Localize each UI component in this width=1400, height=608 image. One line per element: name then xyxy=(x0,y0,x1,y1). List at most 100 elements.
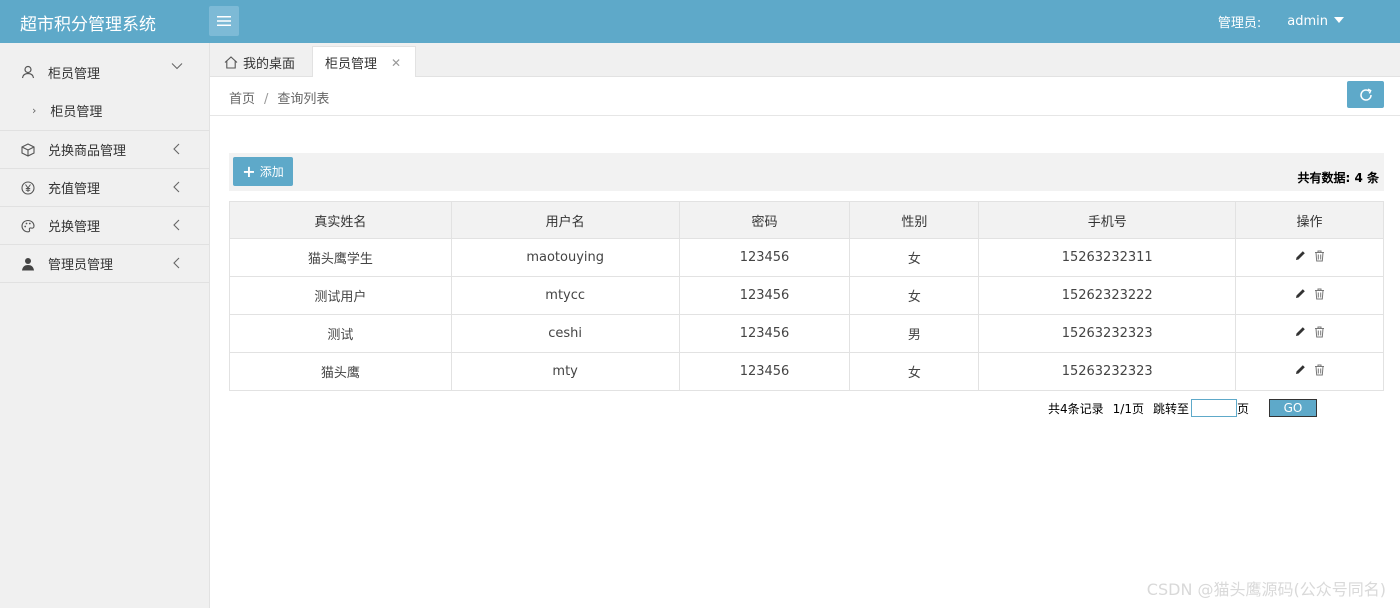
role-label: 管理员: xyxy=(1217,16,1262,31)
pagination: 共4条记录 1/1页 跳转至 页 GO xyxy=(1048,399,1317,417)
edit-icon[interactable] xyxy=(1295,364,1306,375)
top-header: 超市积分管理系统 管理员: admin xyxy=(0,0,1400,43)
user-area: 管理员: admin xyxy=(1218,12,1344,31)
app-title: 超市积分管理系统 xyxy=(20,15,156,35)
menu-toggle-button[interactable] xyxy=(209,6,239,36)
column-header: 操作 xyxy=(1235,201,1384,239)
breadcrumb-home[interactable]: 首页 xyxy=(229,92,255,107)
cell-gender: 女 xyxy=(849,238,980,277)
chevron-left-icon xyxy=(173,219,180,231)
tab-teller-management[interactable]: 柜员管理 ✕ xyxy=(312,46,416,78)
cell-phone: 15263232323 xyxy=(978,352,1237,391)
edit-icon[interactable] xyxy=(1295,288,1306,299)
yen-icon xyxy=(20,180,36,196)
cell-actions xyxy=(1235,276,1384,315)
table-row: 测试 ceshi 123456 男 15263232323 xyxy=(229,314,1384,353)
cell-username: maotouying xyxy=(450,238,680,277)
cell-phone: 15263232323 xyxy=(978,314,1237,353)
total-unit: 条 xyxy=(1366,171,1379,185)
total-count: 共有数据: 4 条 xyxy=(1297,169,1379,186)
breadcrumb-bar: 首页 / 查询列表 xyxy=(210,77,1400,116)
refresh-button[interactable] xyxy=(1347,81,1384,108)
edit-icon[interactable] xyxy=(1295,326,1306,337)
column-header: 手机号 xyxy=(978,201,1237,239)
sidebar-item-label: 兑换管理 xyxy=(48,220,101,235)
cell-password: 123456 xyxy=(678,238,851,277)
cell-real-name: 测试用户 xyxy=(229,276,452,315)
refresh-icon xyxy=(1359,88,1372,101)
trash-icon[interactable] xyxy=(1314,250,1325,262)
cell-password: 123456 xyxy=(678,276,851,315)
sidebar-item-goods-management[interactable]: 兑换商品管理 xyxy=(0,131,209,169)
cell-username: ceshi xyxy=(450,314,680,353)
breadcrumb: 首页 / 查询列表 xyxy=(229,88,329,107)
chevron-left-icon xyxy=(173,143,180,155)
plus-icon: + xyxy=(242,161,256,181)
sidebar-subitem-label: 柜员管理 xyxy=(50,105,103,120)
tab-bar: 我的桌面 柜员管理 ✕ xyxy=(210,43,1400,78)
table-row: 猫头鹰学生 maotouying 123456 女 15263232311 xyxy=(229,238,1384,277)
user-icon xyxy=(20,64,36,80)
cell-password: 123456 xyxy=(678,352,851,391)
trash-icon[interactable] xyxy=(1314,326,1325,338)
table-toolbar: + 添加 共有数据: 4 条 xyxy=(229,153,1384,191)
cell-gender: 男 xyxy=(849,314,980,353)
go-button[interactable]: GO xyxy=(1269,399,1317,417)
total-label: 共有数据: xyxy=(1297,171,1351,185)
cell-password: 123456 xyxy=(678,314,851,353)
table-row: 猫头鹰 mty 123456 女 15263232323 xyxy=(229,352,1384,391)
chevron-left-icon xyxy=(173,181,180,193)
admin-user-icon xyxy=(20,256,36,272)
sidebar-item-exchange-management[interactable]: 兑换管理 xyxy=(0,207,209,245)
close-icon[interactable]: ✕ xyxy=(391,56,401,70)
user-menu[interactable]: admin xyxy=(1287,14,1344,29)
cell-phone: 15262323222 xyxy=(978,276,1237,315)
cell-real-name: 测试 xyxy=(229,314,452,353)
chevron-down-icon xyxy=(171,63,183,70)
sidebar-item-teller-management[interactable]: 柜员管理 xyxy=(0,43,209,91)
pager-jump-label: 跳转至 xyxy=(1152,401,1189,416)
pager-records: 共4条记录 xyxy=(1048,401,1104,416)
tab-label: 柜员管理 xyxy=(325,57,378,72)
pager-page-suffix: 页 xyxy=(1236,401,1249,416)
tab-label: 我的桌面 xyxy=(243,56,296,72)
trash-icon[interactable] xyxy=(1314,288,1325,300)
tab-my-desktop[interactable]: 我的桌面 xyxy=(224,46,295,78)
watermark: CSDN @猫头鹰源码(公众号同名) xyxy=(1146,580,1386,599)
cell-username: mtycc xyxy=(450,276,680,315)
cell-real-name: 猫头鹰 xyxy=(229,352,452,391)
total-value: 4 xyxy=(1354,171,1363,185)
sidebar-subitem-teller-management[interactable]: › 柜员管理 xyxy=(0,91,209,131)
pager-pages: 1/1页 xyxy=(1112,401,1144,416)
cell-gender: 女 xyxy=(849,352,980,391)
caret-down-icon xyxy=(1334,16,1344,23)
home-icon xyxy=(224,55,238,69)
cell-actions xyxy=(1235,238,1384,277)
chevron-left-icon xyxy=(173,257,180,269)
sidebar-item-label: 兑换商品管理 xyxy=(48,144,127,159)
column-header: 用户名 xyxy=(450,201,680,239)
sidebar: 柜员管理 › 柜员管理 兑换商品管理 充值管理 兑换管理 管理员管理 xyxy=(0,43,210,608)
trash-icon[interactable] xyxy=(1314,364,1325,376)
sidebar-item-label: 充值管理 xyxy=(48,182,101,197)
sidebar-item-recharge-management[interactable]: 充值管理 xyxy=(0,169,209,207)
cell-actions xyxy=(1235,352,1384,391)
chevron-right-icon: › xyxy=(32,104,37,117)
cell-real-name: 猫头鹰学生 xyxy=(229,238,452,277)
box-icon xyxy=(20,142,36,158)
hamburger-icon xyxy=(217,16,231,26)
add-button[interactable]: + 添加 xyxy=(233,157,293,186)
palette-icon xyxy=(20,218,36,234)
breadcrumb-current: 查询列表 xyxy=(277,92,330,107)
sidebar-item-admin-management[interactable]: 管理员管理 xyxy=(0,245,209,283)
cell-username: mty xyxy=(450,352,680,391)
teller-table: 真实姓名 用户名 密码 性别 手机号 操作 猫头鹰学生 maotouying 1… xyxy=(229,201,1384,391)
cell-actions xyxy=(1235,314,1384,353)
breadcrumb-separator: / xyxy=(264,92,269,107)
sidebar-item-label: 管理员管理 xyxy=(48,258,114,273)
cell-gender: 女 xyxy=(849,276,980,315)
add-button-label: 添加 xyxy=(259,165,284,179)
page-jump-input[interactable] xyxy=(1190,399,1237,417)
edit-icon[interactable] xyxy=(1295,250,1306,261)
table-header-row: 真实姓名 用户名 密码 性别 手机号 操作 xyxy=(229,201,1384,239)
